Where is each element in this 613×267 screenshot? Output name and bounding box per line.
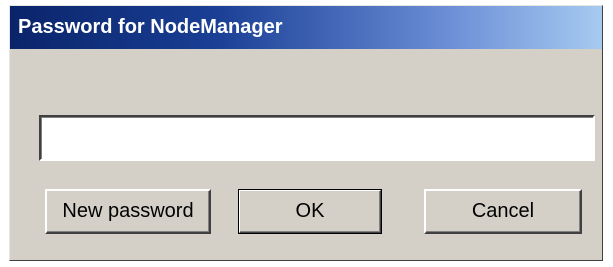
new-password-button-label: New password: [62, 200, 194, 222]
cancel-button-label: Cancel: [471, 200, 535, 222]
window-title: Password for NodeManager: [18, 16, 283, 38]
new-password-button[interactable]: New password: [45, 189, 211, 234]
ok-button[interactable]: OK: [238, 189, 382, 234]
cancel-button[interactable]: Cancel: [424, 189, 582, 234]
title-bar[interactable]: Password for NodeManager: [10, 6, 602, 49]
password-input[interactable]: [39, 115, 595, 161]
ok-button-label: OK: [295, 200, 325, 222]
password-dialog: Password for NodeManager New password OK…: [9, 5, 603, 261]
